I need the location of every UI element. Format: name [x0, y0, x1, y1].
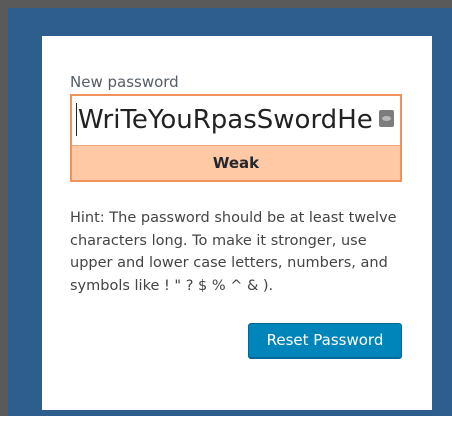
password-hint: Hint: The password should be at least tw… [70, 210, 397, 294]
password-field-group: WriTeYouRpasSwordHe Weak [70, 94, 402, 182]
reset-password-card: New password WriTeYouRpasSwordHe Weak Hi… [42, 36, 432, 410]
text-caret [76, 103, 77, 136]
reset-password-button[interactable]: Reset Password [248, 323, 402, 358]
new-password-label: New password [70, 73, 179, 91]
password-value: WriTeYouRpasSwordHe [78, 105, 373, 135]
eye-icon[interactable] [379, 110, 394, 127]
password-strength-indicator: Weak [212, 154, 260, 172]
new-password-input[interactable]: WriTeYouRpasSwordHe [72, 96, 400, 146]
